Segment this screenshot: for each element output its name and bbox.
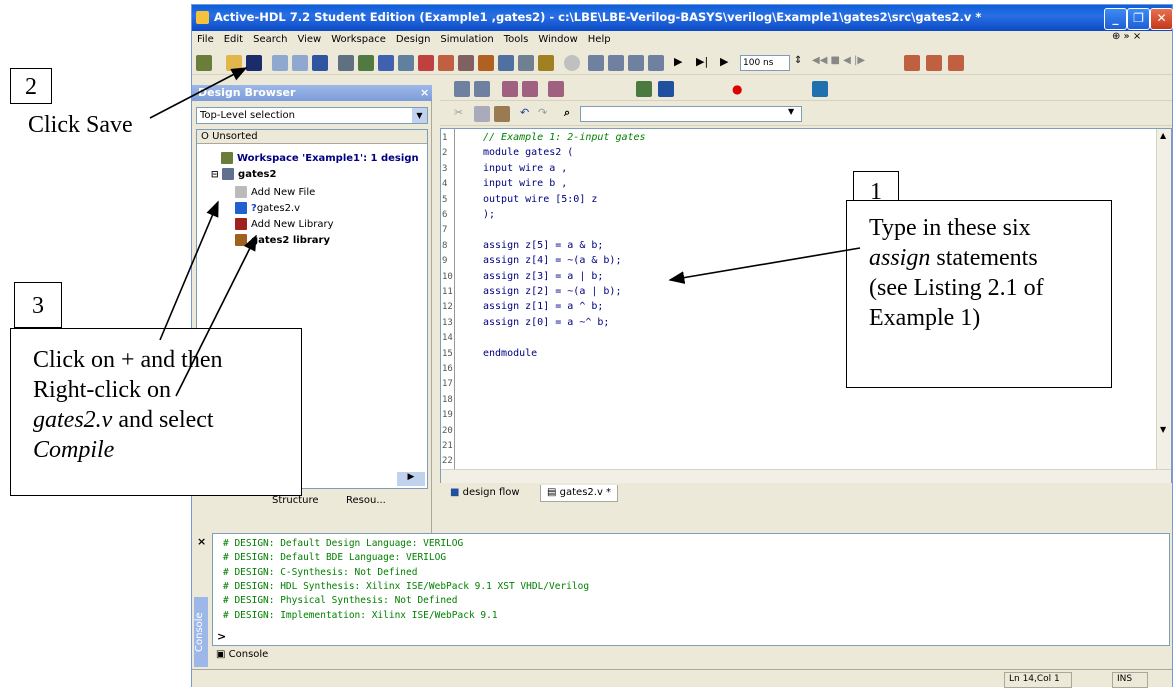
annotation-arrows [149,67,861,397]
arrow-to-save [149,67,248,119]
arrow-to-expand [159,200,219,341]
arrow-to-file [175,234,257,397]
arrow-to-assign [668,247,861,284]
